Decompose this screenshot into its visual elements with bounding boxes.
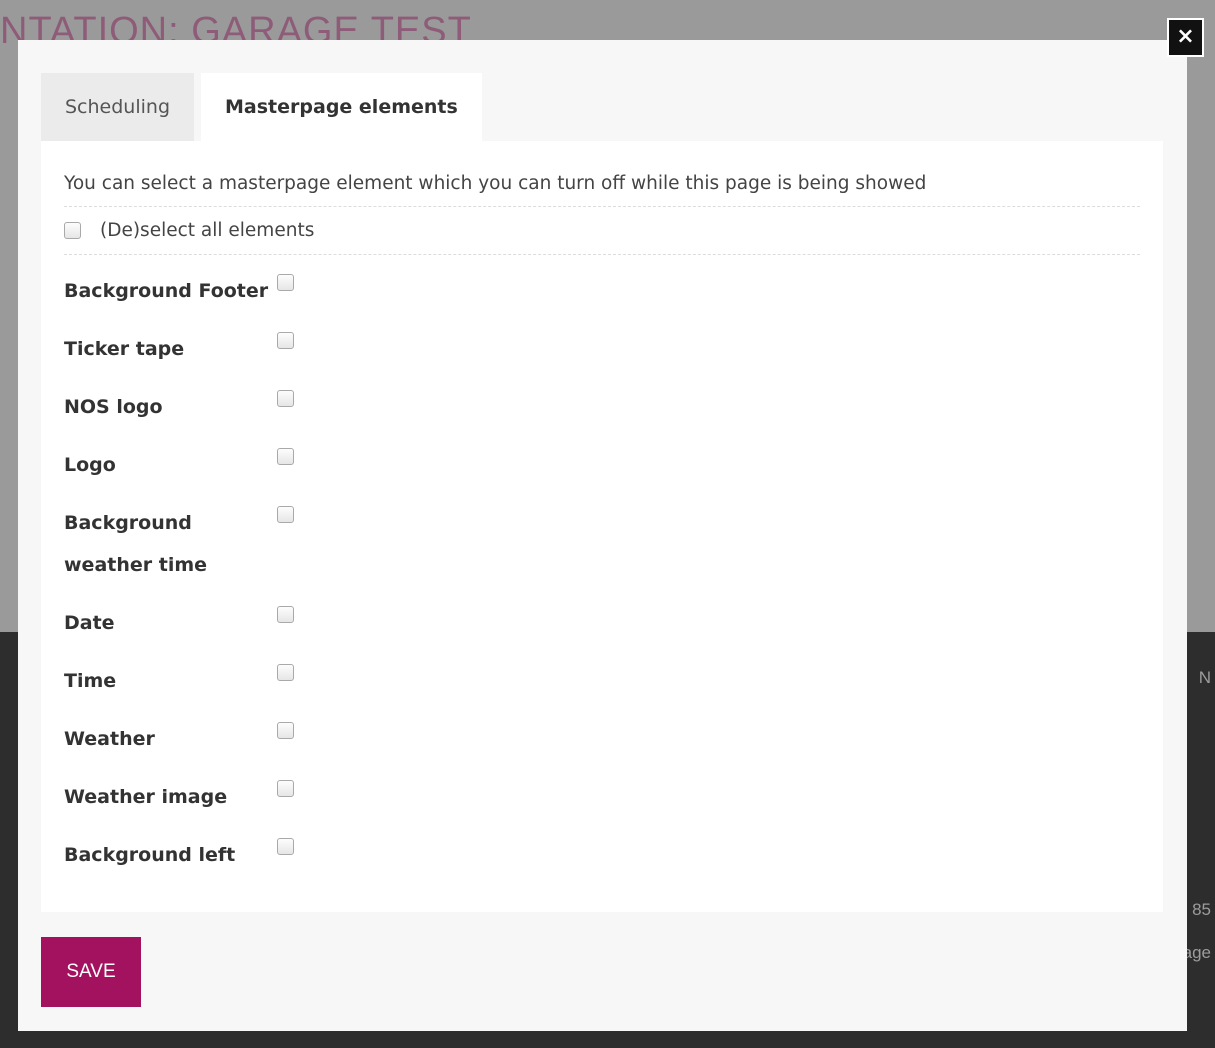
masterpage-element-row: Date (64, 602, 1140, 644)
masterpage-element-row: Background Footer (64, 270, 1140, 312)
masterpage-element-label: Background Footer (64, 280, 269, 302)
masterpage-element-checkbox[interactable] (277, 838, 294, 855)
select-all-label: (De)select all elements (100, 220, 315, 241)
tab-panel-masterpage-elements: You can select a masterpage element whic… (41, 141, 1163, 912)
masterpage-element-checkbox[interactable] (277, 506, 294, 523)
masterpage-element-checkbox[interactable] (277, 448, 294, 465)
masterpage-element-checkbox[interactable] (277, 606, 294, 623)
masterpage-element-row: Time (64, 660, 1140, 702)
masterpage-element-row: Ticker tape (64, 328, 1140, 370)
masterpage-element-row: Logo (64, 444, 1140, 486)
masterpage-element-checkbox[interactable] (277, 274, 294, 291)
masterpage-element-checkbox[interactable] (277, 780, 294, 797)
tab-scheduling[interactable]: Scheduling (41, 73, 195, 141)
select-all-checkbox[interactable] (64, 222, 81, 239)
masterpage-element-checkbox[interactable] (277, 332, 294, 349)
masterpage-element-row: Background left (64, 834, 1140, 876)
masterpage-element-row: Background weather time (64, 502, 1140, 586)
masterpage-element-label: NOS logo (64, 396, 163, 418)
masterpage-element-row: Weather (64, 718, 1140, 760)
select-all-row: (De)select all elements (64, 207, 1140, 255)
tab-masterpage-elements[interactable]: Masterpage elements (201, 73, 482, 141)
save-button[interactable]: SAVE (41, 937, 141, 1007)
masterpage-element-checkbox[interactable] (277, 390, 294, 407)
background-snippet: N (1198, 668, 1211, 687)
masterpage-element-row: NOS logo (64, 386, 1140, 428)
masterpage-element-list: Background Footer Ticker tape NOS logo Logo… (64, 255, 1140, 876)
masterpage-element-checkbox[interactable] (277, 722, 294, 739)
close-icon[interactable]: × (1167, 18, 1204, 57)
masterpage-element-label: Ticker tape (64, 338, 185, 360)
masterpage-element-label: Date (64, 612, 115, 634)
masterpage-modal: Scheduling Masterpage elements You can s… (18, 40, 1187, 1031)
masterpage-element-checkbox[interactable] (277, 664, 294, 681)
intro-text: You can select a masterpage element whic… (64, 141, 1140, 207)
masterpage-element-label: Logo (64, 454, 116, 476)
masterpage-element-label: Weather (64, 728, 155, 750)
tab-bar: Scheduling Masterpage elements (41, 73, 482, 141)
masterpage-element-label: Background left (64, 844, 236, 866)
background-snippet: 85 (1192, 900, 1211, 919)
masterpage-element-label: Background weather time (64, 512, 208, 576)
masterpage-element-label: Time (64, 670, 117, 692)
masterpage-element-label: Weather image (64, 786, 228, 808)
masterpage-element-row: Weather image (64, 776, 1140, 818)
